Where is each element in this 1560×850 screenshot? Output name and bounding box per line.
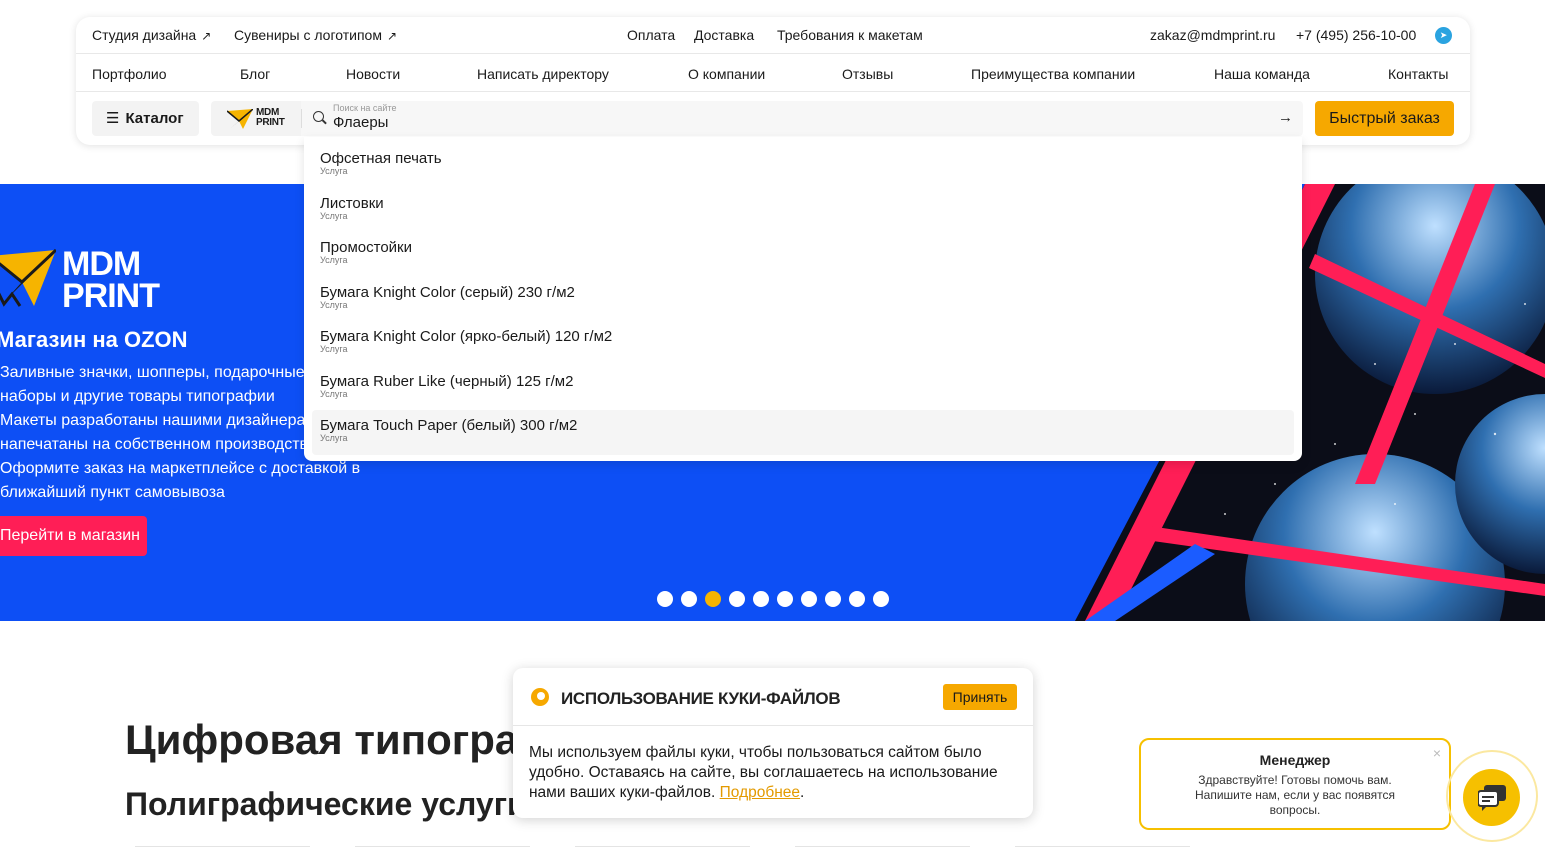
suggestion-kind: Услуга	[320, 344, 348, 354]
suggestion-kind: Услуга	[320, 388, 348, 399]
chat-button[interactable]	[1463, 769, 1520, 826]
banner-logo-text: MDM PRINT	[62, 245, 160, 315]
banner-heading: Магазин на OZON	[0, 327, 188, 352]
nav-blog[interactable]: Блог	[240, 66, 270, 82]
suggestion-title: Бумага Knight Color (серый) 230 г/м2	[320, 283, 575, 301]
nav-advantages[interactable]: Преимущества компании	[971, 66, 1135, 82]
slider-dot[interactable]	[729, 591, 745, 607]
card-edge	[575, 846, 750, 850]
slider-dot[interactable]	[657, 591, 673, 607]
suggestion-title: Промостойки	[320, 239, 412, 256]
search-input[interactable]	[333, 114, 1233, 131]
nav-reviews[interactable]: Отзывы	[842, 66, 893, 82]
paper-plane-logo-icon	[227, 109, 253, 129]
suggestion-title: Офсетная печать	[320, 150, 442, 167]
chat-popup[interactable]: × Менеджер Здравствуйте! Готовы помочь в…	[1139, 738, 1451, 830]
card-edge	[1015, 846, 1190, 850]
suggestion-title: Листовки	[320, 194, 384, 212]
arrow-right-icon[interactable]: →	[1278, 109, 1293, 126]
go-to-shop-button[interactable]: Перейти в магазин	[0, 516, 147, 556]
catalog-label: Каталог	[125, 110, 184, 127]
souvenirs-label: Сувениры с логотипом	[234, 27, 382, 43]
chat-message: Здравствуйте! Готовы помочь вам. Напишит…	[1194, 773, 1396, 817]
slider-dot[interactable]	[873, 591, 889, 607]
suggestion-item[interactable]: Промостойки Услуга	[312, 232, 1294, 277]
quick-order-button[interactable]: Быстрый заказ	[1315, 101, 1454, 136]
delivery-link[interactable]: Доставка	[694, 27, 754, 43]
card-edge	[355, 846, 530, 850]
nav-write-director[interactable]: Написать директору	[477, 66, 609, 82]
external-arrow-icon: ↗	[386, 29, 398, 43]
design-studio-label: Студия дизайна	[92, 27, 197, 43]
paper-plane-logo-icon	[0, 248, 58, 307]
desc-line: ближайший пункт самовывоза	[0, 484, 225, 501]
telegram-icon[interactable]: ➤	[1435, 27, 1452, 44]
nav-contacts[interactable]: Контакты	[1388, 66, 1448, 82]
suggestion-item[interactable]: Офсетная печать Услуга	[312, 143, 1294, 188]
cookie-banner: ИСПОЛЬЗОВАНИЕ КУКИ-ФАЙЛОВ Принять Мы исп…	[513, 668, 1033, 818]
cookie-text: Мы используем файлы куки, чтобы пользова…	[529, 744, 998, 801]
design-studio-link[interactable]: Студия дизайна ↗	[92, 27, 211, 43]
card-edge	[135, 846, 310, 850]
suggestion-kind: Услуга	[320, 210, 348, 221]
external-arrow-icon: ↗	[201, 29, 212, 43]
nav-team[interactable]: Наша команда	[1214, 66, 1310, 82]
card-edge	[795, 846, 970, 850]
suggestion-item[interactable]: Бумага Knight Color (серый) 230 г/м2 Услу…	[312, 277, 1294, 322]
requirements-link[interactable]: Требования к макетам	[777, 27, 923, 43]
search-icon	[313, 111, 324, 122]
phone-link[interactable]: +7 (495) 256-10-00	[1296, 27, 1416, 43]
divider	[301, 109, 302, 128]
slider-dot-active[interactable]	[705, 591, 721, 607]
close-icon[interactable]: ×	[1433, 745, 1441, 761]
cookie-header: ИСПОЛЬЗОВАНИЕ КУКИ-ФАЙЛОВ Принять	[513, 668, 1033, 726]
suggestion-item[interactable]: Бумага Touch Paper (белый) 300 г/м2 Услуг…	[312, 410, 1294, 455]
suggestion-kind: Услуга	[320, 255, 348, 265]
souvenirs-link[interactable]: Сувениры с логотипом ↗	[234, 27, 397, 43]
slider-dot[interactable]	[777, 591, 793, 607]
desc-line: Оформите заказ на маркетплейсе с доставк…	[0, 460, 361, 477]
suggestion-item[interactable]: Бумага Ruber Like (черный) 125 г/м2 Услуг…	[312, 366, 1294, 411]
nav-portfolio[interactable]: Портфолио	[92, 66, 167, 82]
cookie-icon	[531, 688, 549, 706]
nav-news[interactable]: Новости	[346, 66, 400, 82]
banner-logo: MDM PRINT	[0, 247, 160, 313]
suggestion-kind: Услуга	[320, 433, 348, 443]
chat-icon	[1478, 785, 1506, 811]
suggestion-item[interactable]: Бумага Knight Color (ярко-белый) 120 г/м…	[312, 321, 1294, 366]
accept-cookies-button[interactable]: Принять	[943, 684, 1017, 710]
search-suggestions: Офсетная печать Услуга Листовки Услуга Про…	[304, 137, 1302, 461]
search-field[interactable]: Поиск на сайте →	[301, 101, 1303, 136]
slider-dot[interactable]	[849, 591, 865, 607]
cookie-more-link[interactable]: Подробнее	[720, 784, 800, 801]
slider-dot[interactable]	[801, 591, 817, 607]
cookie-title: ИСПОЛЬЗОВАНИЕ КУКИ-ФАЙЛОВ	[561, 689, 841, 708]
email-link[interactable]: zakaz@mdmprint.ru	[1150, 27, 1275, 43]
suggestion-item[interactable]: Листовки Услуга	[312, 188, 1294, 233]
site-header: Студия дизайна ↗ Сувениры с логотипом ↗ Оп…	[76, 17, 1470, 145]
suggestion-kind: Услуга	[320, 166, 348, 176]
slider-dot[interactable]	[825, 591, 841, 607]
nav-about[interactable]: О компании	[688, 66, 765, 82]
suggestion-title: Бумага Ruber Like (черный) 125 г/м2	[320, 372, 574, 390]
logo-text: MDM PRINT	[256, 107, 285, 128]
search-placeholder: Поиск на сайте	[333, 103, 397, 113]
suggestion-title: Бумага Touch Paper (белый) 300 г/м2	[320, 417, 578, 434]
top-bar: Студия дизайна ↗ Сувениры с логотипом ↗ Оп…	[76, 17, 1470, 54]
payment-link[interactable]: Оплата	[627, 27, 675, 43]
main-nav: Портфолио Блог Новости Написать директор…	[76, 54, 1470, 92]
menu-icon: ☰	[106, 110, 120, 127]
section-title: Полиграфические услуги	[125, 786, 527, 822]
suggestion-kind: Услуга	[320, 299, 348, 310]
slider-dot[interactable]	[753, 591, 769, 607]
suggestion-title: Бумага Knight Color (ярко-белый) 120 г/м…	[320, 328, 613, 345]
slider-dot[interactable]	[681, 591, 697, 607]
catalog-button[interactable]: ☰ Каталог	[92, 101, 199, 136]
chat-manager-name: Менеджер	[1259, 752, 1331, 768]
site-logo[interactable]: MDM PRINT	[211, 101, 301, 136]
